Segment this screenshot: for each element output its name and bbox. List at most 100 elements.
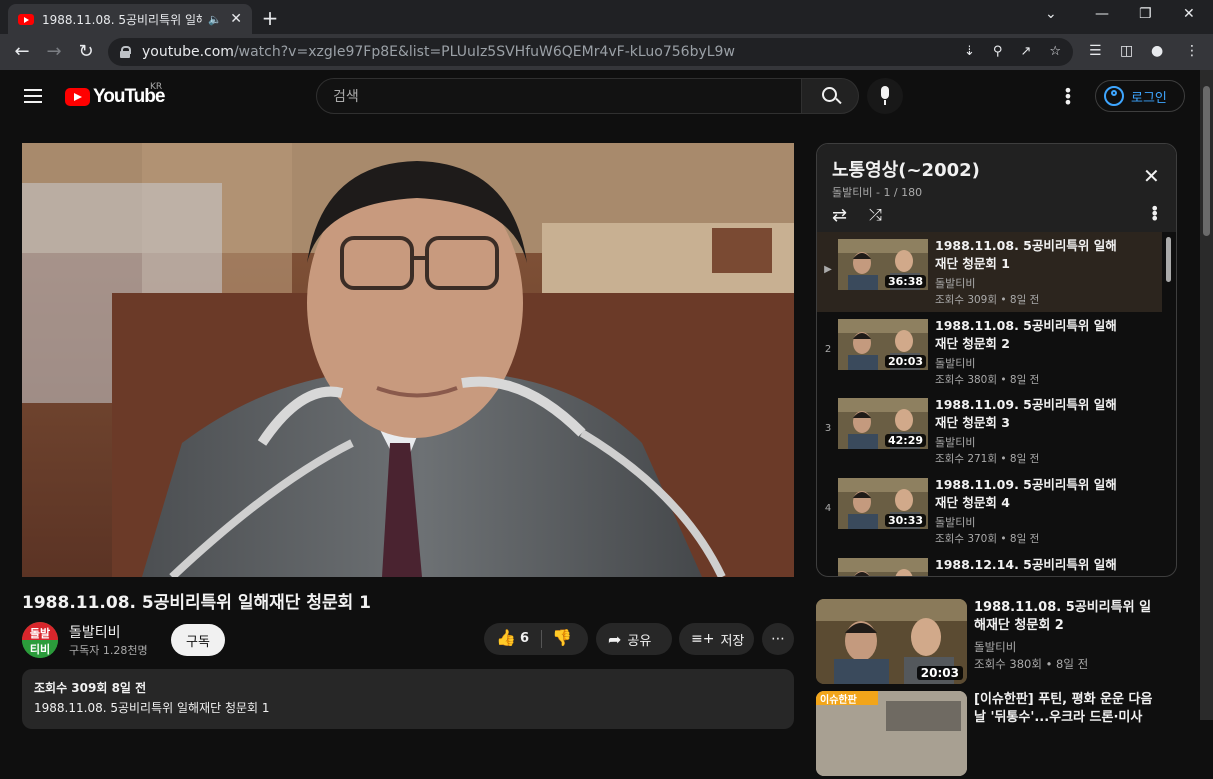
audio-playing-icon[interactable]: 🔈 (208, 13, 222, 26)
youtube-favicon-icon (18, 13, 34, 25)
address-bar[interactable]: youtube.com/watch?v=xzgIe97Fp8E&list=PLU… (108, 38, 1073, 66)
playlist-subtitle: 돌발티비 - 1 / 180 (832, 186, 923, 199)
playlist-item[interactable]: 1988.12.14. 5공비리특위 일해 (817, 551, 1162, 576)
playlist-channel: 돌발티비 (935, 516, 976, 529)
share-button[interactable]: ➦ 공유 (596, 623, 672, 655)
playlist-meta: 조회수 309회 • 8일 전 (935, 294, 1040, 306)
duration-badge: 20:03 (884, 355, 926, 368)
tab-title: 1988.11.08. 5공비리특위 일해재단 청문회 1 - YouTube (42, 12, 202, 27)
page-scrollbar[interactable] (1200, 70, 1213, 720)
playlist-video-title: 1988.11.08. 5공비리특위 일해재단 청문회 1 (935, 238, 1117, 271)
playlist-video-title: 1988.11.09. 5공비리특위 일해재단 청문회 3 (935, 397, 1117, 430)
duration-badge: 42:29 (884, 434, 926, 447)
playlist-more-icon[interactable]: • • • (1150, 201, 1159, 227)
playlist-meta: 조회수 271회 • 8일 전 (935, 453, 1040, 465)
like-dislike-group: 👍 6 👎 (484, 623, 588, 655)
profile-icon[interactable]: ● (1151, 43, 1163, 59)
playlist-item[interactable]: 2 20:03 1988.11.08. 5공비리특위 일해재단 청문회 2 돌발티비 조… (817, 312, 1162, 392)
shuffle-icon[interactable]: ⤮ (869, 205, 882, 225)
back-button[interactable]: ← (12, 42, 32, 62)
dislike-button[interactable]: 👎 (552, 628, 572, 647)
subscriber-count: 구독자 1.28천명 (69, 644, 148, 657)
voice-search-button[interactable] (867, 78, 903, 114)
recommended-item[interactable]: 20:03 1988.11.08. 5공비리특위 일해재단 청문회 2 돌발티비… (816, 599, 1161, 687)
playlist-thumbnail: 30:33 (838, 478, 928, 529)
playlist-item[interactable]: 4 30:33 1988.11.09. 5공비리특위 일해재단 청문회 4 돌발티비조… (817, 471, 1162, 551)
page-scrollbar-thumb[interactable] (1203, 86, 1210, 236)
duration-badge: 36:38 (884, 275, 926, 288)
url-path: /watch?v=xzgIe97Fp8E&list=PLUuIz5SVHfuW6… (233, 44, 735, 60)
playlist-video-title: 1988.12.14. 5공비리특위 일해 (935, 557, 1117, 572)
search-placeholder: 검색 (333, 89, 359, 105)
recommended-meta: 조회수 380회 • 8일 전 (974, 657, 1089, 671)
lock-icon[interactable] (120, 46, 131, 58)
forward-button[interactable]: → (44, 42, 64, 62)
close-window-button[interactable]: ✕ (1183, 6, 1195, 22)
youtube-page: YouTube KR 검색 • • • 로그인 1988.11.08. 5공비리… (0, 70, 1213, 776)
playlist-video-title: 1988.11.09. 5공비리특위 일해재단 청문회 4 (935, 477, 1117, 510)
playlist-index: 4 (824, 503, 832, 514)
channel-avatar[interactable]: 돌발 티비 (22, 622, 58, 658)
share-page-icon[interactable]: ↗ (1020, 44, 1031, 59)
playlist-item[interactable]: 3 42:29 1988.11.09. 5공비리특위 일해재단 청문회 3 돌발티비 조… (817, 391, 1162, 471)
playlist-title[interactable]: 노통영상(~2002) (832, 156, 980, 182)
description-text: 1988.11.08. 5공비리특위 일해재단 청문회 1 (34, 701, 270, 715)
video-frame (22, 143, 794, 577)
recommended-thumbnail: 20:03 (816, 599, 967, 684)
playlist-header: 노통영상(~2002) 돌발티비 - 1 / 180 ✕ ⇄ ⤮ • • • (817, 144, 1176, 232)
description-box[interactable]: 조회수 309회 8일 전 1988.11.08. 5공비리특위 일해재단 청문… (22, 669, 794, 729)
svg-text:돌발: 돌발 (30, 626, 50, 640)
playlist-meta: 조회수 370회 • 8일 전 (935, 533, 1040, 545)
playlist-thumbnail: 20:03 (838, 319, 928, 370)
search-button[interactable] (801, 78, 859, 114)
recommended-item[interactable]: 이슈한판 [이슈한판] 푸틴, 평화 운운 다음날 '뒤통수'...우크라 드론… (816, 691, 1161, 779)
restore-button[interactable]: ❐ (1139, 6, 1152, 22)
region-code: KR (150, 82, 163, 92)
url-host: youtube.com (142, 44, 234, 60)
subscribe-button[interactable]: 구독 (171, 624, 225, 656)
side-panel-icon[interactable]: ◫ (1120, 43, 1133, 59)
playlist-meta: 조회수 380회 • 8일 전 (935, 374, 1040, 386)
signin-button[interactable]: 로그인 (1095, 80, 1185, 112)
zoom-icon[interactable]: ⚲ (993, 44, 1003, 59)
tab-search-chevron-icon[interactable]: ⌄ (1045, 6, 1057, 22)
recommended-title: [이슈한판] 푸틴, 평화 운운 다음날 '뒤통수'...우크라 드론·미사 (974, 692, 1153, 725)
playlist-scrollbar[interactable] (1166, 237, 1171, 282)
channel-name[interactable]: 돌발티비 (69, 622, 121, 642)
settings-more-icon[interactable]: • • • (1060, 83, 1076, 111)
minimize-button[interactable]: — (1095, 6, 1109, 22)
playlist-video-title: 1988.11.08. 5공비리특위 일해재단 청문회 2 (935, 318, 1117, 351)
guide-menu-icon[interactable] (24, 89, 42, 103)
playlist-channel: 돌발티비 (935, 277, 976, 290)
signin-label: 로그인 (1131, 90, 1167, 106)
description-meta: 조회수 309회 8일 전 (34, 681, 147, 695)
recommended-channel: 돌발티비 (974, 640, 1017, 654)
share-icon: ➦ (608, 629, 622, 649)
save-button[interactable]: ≡+ 저장 (679, 623, 754, 655)
search-input[interactable]: 검색 (316, 78, 802, 114)
close-tab-icon[interactable]: ✕ (230, 11, 242, 27)
browser-tab[interactable]: 1988.11.08. 5공비리특위 일해재단 청문회 1 - YouTube … (8, 4, 252, 34)
playlist-item[interactable]: ▶ 36:38 1988.11.08. 5공비리특위 일해재단 청문회 1 돌발티비 조… (817, 232, 1162, 312)
like-count: 6 (520, 631, 530, 646)
media-control-icon[interactable]: ☰ (1089, 43, 1102, 59)
browser-tab-strip: 1988.11.08. 5공비리특위 일해재단 청문회 1 - YouTube … (0, 0, 1213, 34)
close-playlist-icon[interactable]: ✕ (1143, 164, 1160, 188)
save-label: 저장 (720, 633, 745, 649)
masthead: YouTube KR 검색 • • • 로그인 (0, 70, 1200, 126)
playlist-channel: 돌발티비 (935, 357, 976, 370)
like-button[interactable]: 👍 (496, 628, 516, 647)
duration-badge: 30:33 (884, 514, 926, 527)
more-actions-button[interactable]: ⋯ (762, 623, 794, 655)
loop-playlist-icon[interactable]: ⇄ (832, 205, 847, 226)
playlist-thumbnail (838, 558, 928, 576)
reload-button[interactable]: ↻ (76, 42, 96, 62)
youtube-logo-icon (65, 88, 90, 106)
bookmark-star-icon[interactable]: ☆ (1049, 44, 1061, 59)
browser-toolbar: ← → ↻ youtube.com/watch?v=xzgIe97Fp8E&li… (0, 34, 1213, 70)
new-tab-button[interactable]: + (260, 6, 280, 30)
thumbnail-label: 이슈한판 (820, 695, 857, 706)
browser-menu-icon[interactable]: ⋮ (1185, 43, 1199, 59)
install-app-icon[interactable]: ⇣ (964, 44, 975, 59)
video-player[interactable] (22, 143, 794, 577)
